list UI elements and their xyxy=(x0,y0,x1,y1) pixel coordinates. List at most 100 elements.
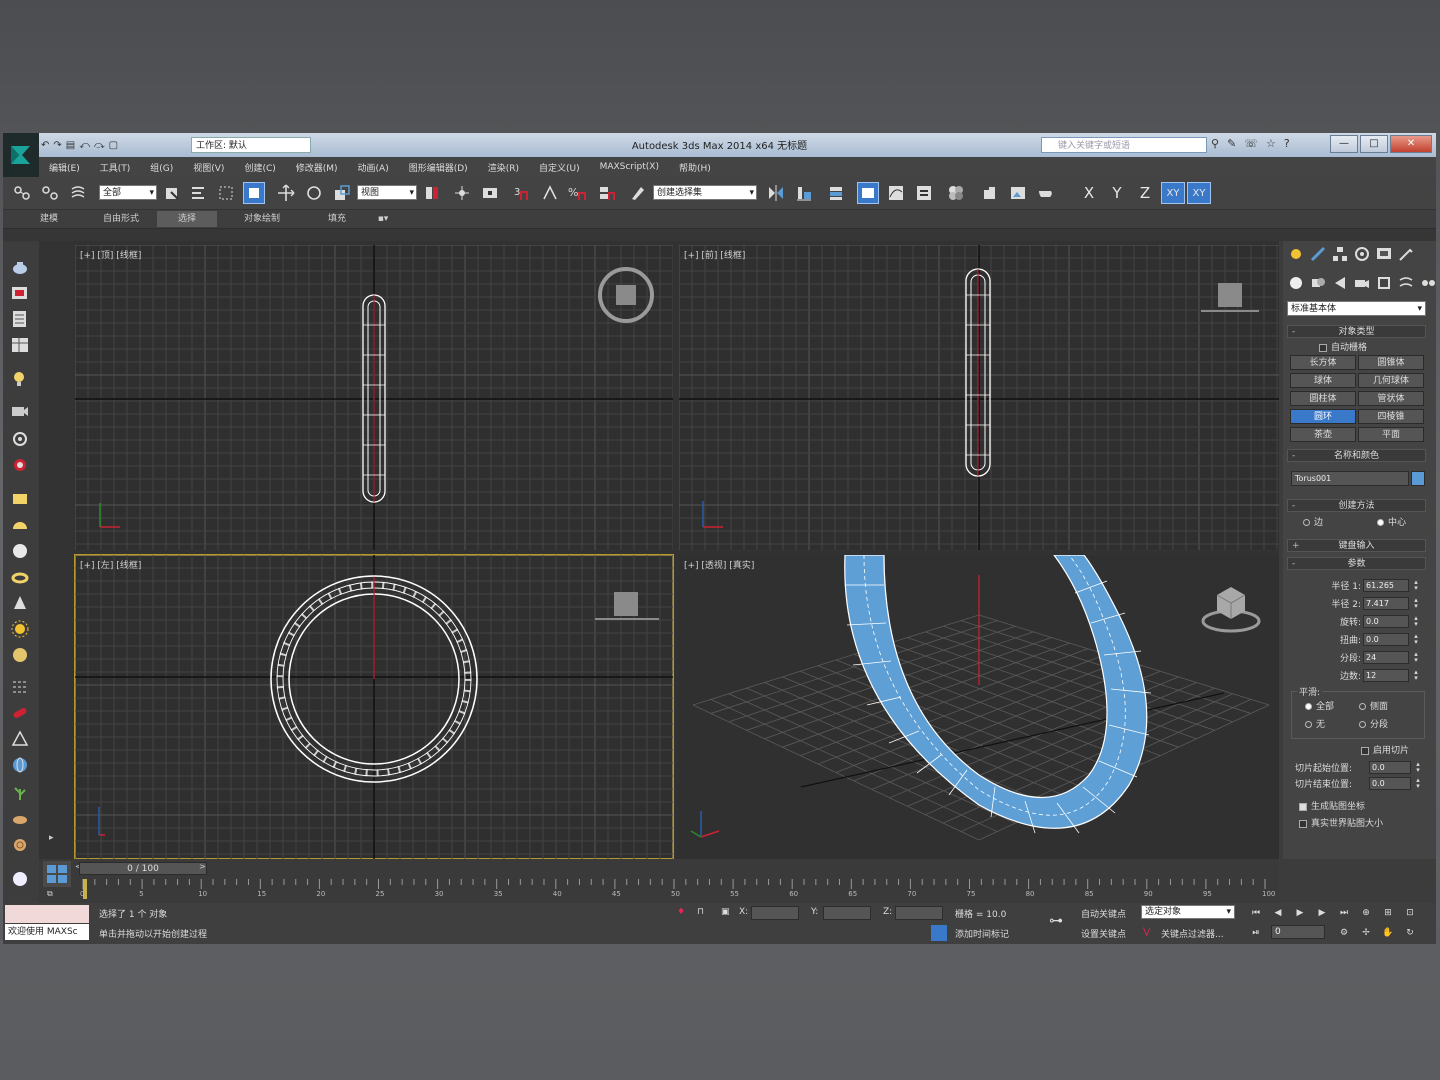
select-manipulate-icon[interactable] xyxy=(451,182,473,204)
auto-key-button[interactable]: 自动关键点 xyxy=(1081,907,1126,920)
slice-from-spinner[interactable]: ▴ ▾ xyxy=(1414,761,1422,774)
selection-filter-dropdown[interactable]: 全部 xyxy=(99,185,157,200)
key-mode-toggle-icon[interactable]: ⏯ xyxy=(1247,925,1265,941)
slice-to-input[interactable]: 0.0 xyxy=(1369,777,1411,790)
slice-from-input[interactable]: 0.0 xyxy=(1369,761,1411,774)
x-coord-input[interactable] xyxy=(751,906,799,920)
rendered-frame-icon[interactable] xyxy=(1007,182,1029,204)
smooth-segments-radio-icon[interactable] xyxy=(1359,721,1366,728)
key-filters-button[interactable]: 关键点过滤器... xyxy=(1161,927,1224,940)
menu-graph-editors[interactable]: 图形编辑器(D) xyxy=(399,161,478,174)
globe-icon[interactable] xyxy=(10,755,30,775)
transform-mode-icon[interactable]: ▣ xyxy=(721,907,730,917)
smooth-segments-radio[interactable]: 分段 xyxy=(1359,717,1388,730)
viewport-perspective-label[interactable]: [+] [透视] [真实] xyxy=(684,558,754,571)
time-slider[interactable]: 0 / 100 xyxy=(79,862,207,875)
menu-group[interactable]: 组(G) xyxy=(140,161,183,174)
creation-edge-radio[interactable]: 边 xyxy=(1303,515,1323,528)
real-world-check-icon[interactable] xyxy=(1299,819,1307,828)
spacewarp-icon[interactable] xyxy=(10,455,30,475)
animal-icon[interactable] xyxy=(10,809,30,829)
orbit-icon[interactable]: ↻ xyxy=(1401,925,1419,941)
camera-icon[interactable] xyxy=(10,401,30,421)
slice-on-check-icon[interactable] xyxy=(1361,746,1369,755)
segments-input[interactable]: 24 xyxy=(1363,651,1409,664)
real-world-checkbox[interactable]: 真实世界贴图大小 xyxy=(1299,816,1383,829)
smooth-all-radio-icon[interactable] xyxy=(1305,703,1312,710)
helpers-icon[interactable] xyxy=(1375,274,1393,292)
rotate-icon[interactable] xyxy=(303,182,325,204)
rotation-spinner[interactable]: ▴ ▾ xyxy=(1412,615,1420,628)
object-cylinder-button[interactable]: 圆柱体 xyxy=(1290,391,1356,406)
center-radio-icon[interactable] xyxy=(1377,519,1384,526)
sides-input[interactable]: 12 xyxy=(1363,669,1409,682)
isolate-icon[interactable]: ♦ xyxy=(677,907,685,917)
menu-customize[interactable]: 自定义(U) xyxy=(529,161,590,174)
prev-frame-icon[interactable]: ◀ xyxy=(1269,905,1287,921)
menu-help[interactable]: 帮助(H) xyxy=(669,161,721,174)
angle-snap-icon[interactable] xyxy=(539,182,561,204)
time-config-icon[interactable]: ⚙ xyxy=(1335,925,1353,941)
viewport-front-label[interactable]: [+] [前] [线框] xyxy=(684,248,745,261)
maximize-button[interactable]: □ xyxy=(1360,135,1388,153)
welcome-text[interactable]: 欢迎使用 MAXSc xyxy=(5,924,89,940)
named-selection-dropdown[interactable]: 创建选择集 xyxy=(653,185,757,200)
primitive-category-dropdown[interactable]: 标准基本体 xyxy=(1287,301,1426,316)
favorites-icon[interactable]: ☆ xyxy=(1266,137,1276,150)
menu-rendering[interactable]: 渲染(R) xyxy=(478,161,529,174)
object-teapot-button[interactable]: 茶壶 xyxy=(1290,427,1356,442)
sun-icon[interactable] xyxy=(10,619,30,639)
object-pyramid-button[interactable]: 四棱锥 xyxy=(1358,409,1424,424)
axis-xy-button[interactable]: XY xyxy=(1161,182,1185,204)
add-time-tag[interactable]: 添加时间标记 xyxy=(955,927,1009,940)
slice-on-checkbox[interactable]: 启用切片 xyxy=(1361,743,1409,756)
keyboard-shortcut-icon[interactable] xyxy=(479,182,501,204)
geometry-icon[interactable] xyxy=(1287,274,1305,292)
help-icon[interactable]: ? xyxy=(1284,137,1290,150)
white-sphere-icon[interactable] xyxy=(10,869,30,889)
axis-x-button[interactable]: X xyxy=(1077,182,1101,204)
layer-manager-icon[interactable] xyxy=(825,182,847,204)
app-logo-icon[interactable] xyxy=(3,133,39,177)
object-box-button[interactable]: 长方体 xyxy=(1290,355,1356,370)
axis-y-button[interactable]: Y xyxy=(1105,182,1129,204)
segments-spinner[interactable]: ▴ ▾ xyxy=(1412,651,1420,664)
curve-editor-icon[interactable] xyxy=(885,182,907,204)
axis-xy-cycle-button[interactable]: XY xyxy=(1187,182,1211,204)
zoom-extents-icon[interactable]: ⊡ xyxy=(1401,905,1419,921)
gold-sphere-icon[interactable] xyxy=(10,645,30,665)
y-coord-input[interactable] xyxy=(823,906,871,920)
list-icon[interactable] xyxy=(10,309,30,329)
set-key-button[interactable]: 设置关键点 xyxy=(1081,927,1126,940)
spinner-snap-icon[interactable] xyxy=(595,182,617,204)
render-icon[interactable] xyxy=(10,283,30,303)
bind-spacewarp-icon[interactable] xyxy=(67,182,89,204)
create-tab-icon[interactable] xyxy=(1287,245,1305,263)
smooth-sides-radio[interactable]: 侧面 xyxy=(1359,699,1388,712)
expand-arrow-icon[interactable]: ▸ xyxy=(49,833,63,847)
shapes-icon[interactable] xyxy=(1309,274,1327,292)
smooth-none-radio[interactable]: 无 xyxy=(1305,717,1325,730)
autogrid-checkbox[interactable]: 自动栅格 xyxy=(1319,340,1367,353)
radius2-spinner[interactable]: ▴ ▾ xyxy=(1412,597,1420,610)
object-geosphere-button[interactable]: 几何球体 xyxy=(1358,373,1424,388)
gen-mapping-checkbox[interactable]: 生成贴图坐标 xyxy=(1299,799,1365,812)
shell-icon[interactable] xyxy=(10,835,30,855)
tab-selection[interactable]: 选择 xyxy=(157,211,217,227)
menu-views[interactable]: 视图(V) xyxy=(183,161,234,174)
lock-selection-icon[interactable]: ⊓ xyxy=(697,907,704,917)
menu-edit[interactable]: 编辑(E) xyxy=(39,161,90,174)
render-production-icon[interactable] xyxy=(1035,182,1057,204)
z-coord-input[interactable] xyxy=(895,906,943,920)
smooth-none-radio-icon[interactable] xyxy=(1305,721,1312,728)
keyboard-entry-rollout[interactable]: + 键盘输入 xyxy=(1287,539,1426,552)
zoom-all-icon[interactable]: ⊞ xyxy=(1379,905,1397,921)
rect-region-icon[interactable] xyxy=(215,182,237,204)
menu-tools[interactable]: 工具(T) xyxy=(90,161,141,174)
current-frame-input[interactable]: 0 xyxy=(1271,925,1325,939)
hierarchy-tab-icon[interactable] xyxy=(1331,245,1349,263)
light-bulb-icon[interactable] xyxy=(10,369,30,389)
link-icon[interactable] xyxy=(11,182,33,204)
spacewarps-icon[interactable] xyxy=(1397,274,1415,292)
pan-icon[interactable]: ✋ xyxy=(1379,925,1397,941)
